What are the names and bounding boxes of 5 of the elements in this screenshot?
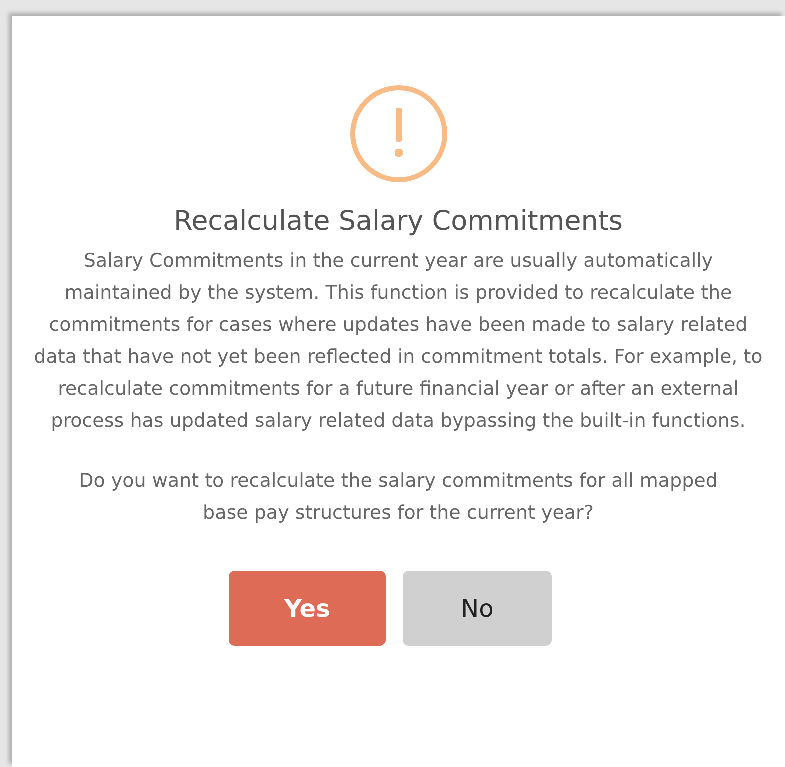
dialog-title: Recalculate Salary Commitments	[174, 206, 623, 237]
dialog-question: Do you want to recalculate the salary commitments for all mapped base pay structures for the current year?	[78, 469, 719, 526]
no-button[interactable]: No	[403, 571, 552, 646]
warning-icon	[348, 84, 448, 184]
dialog-message: Salary Commitments in the current year are usually automatically maintained by the system. This function is provided to recalculate the commitments for cases where updates have been made to salary related data that have not yet been reflected in commitment totals. For example, to recalculate commitments for a future financial year or after an external process has updated salary related data bypassing the built-in functions.	[33, 249, 764, 434]
